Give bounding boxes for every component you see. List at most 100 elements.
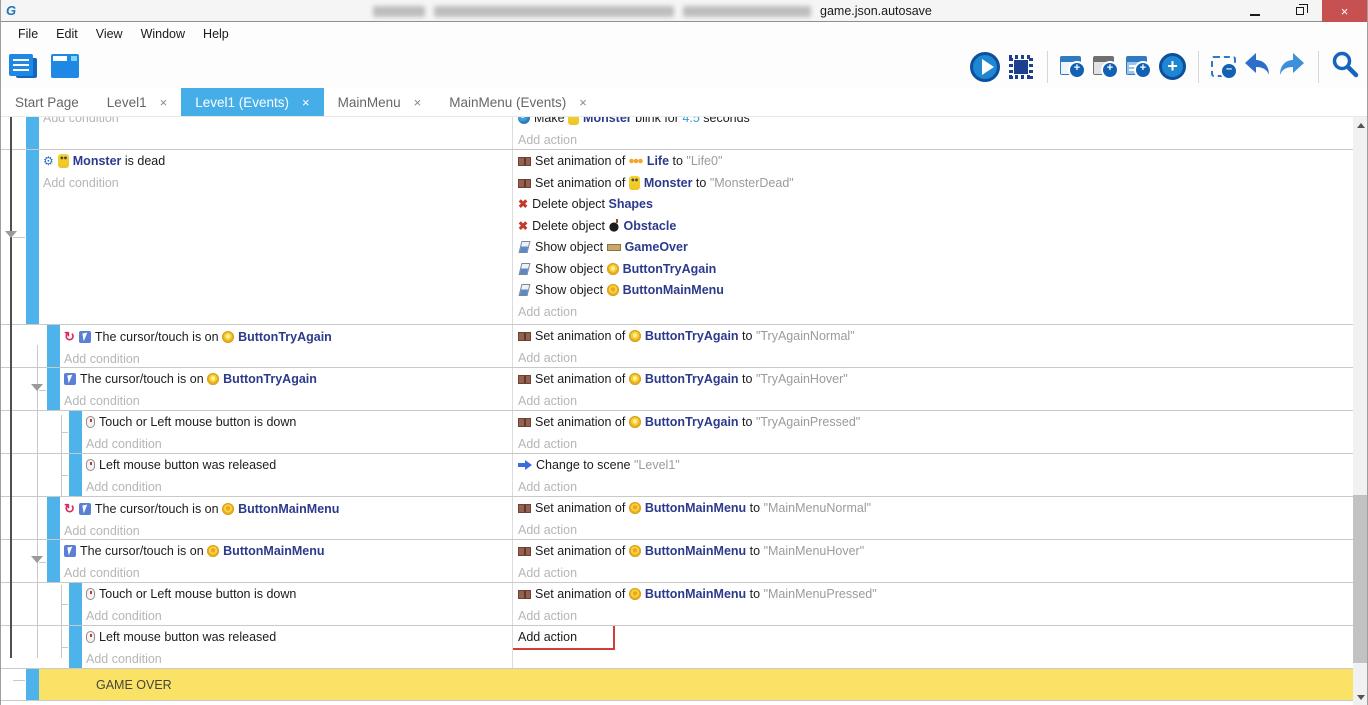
text-segment: to <box>739 415 756 429</box>
add-condition-link[interactable]: Add condition <box>86 649 512 669</box>
object-name: Monster <box>644 176 693 190</box>
undo-icon[interactable] <box>1243 51 1271 82</box>
vertical-scrollbar[interactable] <box>1353 117 1368 705</box>
add-action-link[interactable]: Add action <box>518 606 1353 626</box>
tab-level1-events-[interactable]: Level1 (Events)× <box>181 88 323 116</box>
add-action-link[interactable]: Add action <box>518 302 1353 324</box>
add-event-icon[interactable] <box>1060 55 1086 78</box>
restore-icon <box>1296 7 1304 15</box>
expander-icon[interactable] <box>31 384 43 391</box>
object-name: ButtonMainMenu <box>645 501 746 515</box>
object-name: Shapes <box>609 197 653 211</box>
add-action-link[interactable]: Add action <box>518 434 1353 454</box>
close-tab-icon[interactable]: × <box>414 95 422 110</box>
minimize-button[interactable] <box>1232 0 1277 22</box>
condition-line[interactable]: The cursor/touch is on ButtonTryAgain <box>64 369 512 391</box>
condition-line[interactable]: Touch or Left mouse button is down <box>86 584 512 606</box>
action-line[interactable]: Set animation of ButtonTryAgain to "TryA… <box>518 326 1353 348</box>
add-comment-icon[interactable] <box>1093 55 1119 78</box>
add-action-link[interactable]: Add action <box>518 520 1353 540</box>
expander-icon[interactable] <box>31 556 43 563</box>
tab-label: Start Page <box>15 95 79 110</box>
add-action-link[interactable]: Add action <box>518 130 1353 150</box>
close-tab-icon[interactable]: × <box>160 95 168 110</box>
text-segment: Set animation of <box>535 587 629 601</box>
condition-line[interactable]: Touch or Left mouse button is down <box>86 412 512 434</box>
tab-mainmenu-events-[interactable]: MainMenu (Events)× <box>435 88 601 116</box>
comment-row[interactable]: GAME OVER <box>1 669 1353 701</box>
action-line[interactable]: Set animation of ButtonTryAgain to "TryA… <box>518 369 1353 391</box>
action-line[interactable]: Set animation of Monster to "MonsterDead… <box>518 173 1353 195</box>
action-line[interactable]: Set animation of ButtonMainMenu to "Main… <box>518 584 1353 606</box>
animation-icon <box>518 157 531 166</box>
condition-line[interactable]: The cursor/touch is on ButtonMainMenu <box>64 541 512 563</box>
event-selection-bar <box>26 150 39 324</box>
events-sheet: Add condition Make Monster blink for 4.5 … <box>1 117 1368 705</box>
add-action-link[interactable]: Add action <box>513 626 615 650</box>
menu-item-file[interactable]: File <box>9 27 47 41</box>
condition-line[interactable]: Left mouse button was released <box>86 627 512 649</box>
close-button[interactable]: × <box>1322 0 1367 22</box>
add-action-link[interactable]: Add action <box>518 477 1353 497</box>
scroll-up-icon[interactable] <box>1353 117 1368 133</box>
action-line[interactable]: Set animation of ButtonMainMenu to "Main… <box>518 498 1353 520</box>
action-line[interactable]: Set animation of Life to "Life0" <box>518 151 1353 173</box>
condition-line[interactable]: ⚙Monster is dead <box>43 151 512 173</box>
condition-line[interactable]: ↻The cursor/touch is on ButtonTryAgain <box>64 326 512 349</box>
restore-button[interactable] <box>1277 0 1322 22</box>
condition-line[interactable]: ↻The cursor/touch is on ButtonMainMenu <box>64 498 512 521</box>
mouse-icon <box>86 631 95 643</box>
events-rows: Add condition Make Monster blink for 4.5 … <box>1 117 1353 701</box>
scene-editor-icon[interactable] <box>51 54 81 80</box>
add-other-event-icon[interactable] <box>1159 53 1186 80</box>
action-line[interactable]: Show object ButtonTryAgain <box>518 259 1353 281</box>
event-selection-bar <box>69 583 82 625</box>
redo-icon[interactable] <box>1278 51 1306 82</box>
add-condition-link[interactable]: Add condition <box>86 606 512 626</box>
action-line[interactable]: Show object GameOver <box>518 237 1353 259</box>
app-logo-icon: G <box>6 3 16 18</box>
add-condition-link[interactable]: Add condition <box>64 391 512 411</box>
close-tab-icon[interactable]: × <box>579 95 587 110</box>
action-line[interactable]: Set animation of ButtonMainMenu to "Main… <box>518 541 1353 563</box>
tab-start-page[interactable]: Start Page <box>1 88 93 116</box>
parameter-value: "MonsterDead" <box>710 176 794 190</box>
project-manager-icon[interactable] <box>9 54 39 80</box>
tab-mainmenu[interactable]: MainMenu× <box>324 88 436 116</box>
debugger-icon[interactable] <box>1007 53 1035 81</box>
condition-line[interactable]: Left mouse button was released <box>86 455 512 477</box>
action-line[interactable]: ✖Delete object Shapes <box>518 194 1353 216</box>
add-condition-link[interactable]: Add condition <box>64 521 512 540</box>
add-condition-link[interactable]: Add condition <box>43 173 512 195</box>
object-name: ButtonMainMenu <box>623 283 724 297</box>
add-action-link[interactable]: Add action <box>518 391 1353 411</box>
action-line[interactable]: Make Monster blink for 4.5 seconds <box>518 117 1353 130</box>
scroll-down-icon[interactable] <box>1353 689 1368 705</box>
action-line[interactable]: Show object ButtonMainMenu <box>518 280 1353 302</box>
menu-item-edit[interactable]: Edit <box>47 27 87 41</box>
object-name: ButtonMainMenu <box>238 502 339 516</box>
actions-cell: Set animation of Life to "Life0"Set anim… <box>513 150 1353 324</box>
add-condition-link[interactable]: Add condition <box>43 117 512 130</box>
action-line[interactable]: Set animation of ButtonTryAgain to "TryA… <box>518 412 1353 434</box>
delete-event-icon[interactable] <box>1211 56 1236 77</box>
add-condition-link[interactable]: Add condition <box>86 434 512 454</box>
monster-icon <box>568 117 579 125</box>
add-condition-link[interactable]: Add condition <box>64 349 512 368</box>
action-line[interactable]: ✖Delete object Obstacle <box>518 216 1353 238</box>
search-icon[interactable] <box>1331 50 1359 83</box>
close-tab-icon[interactable]: × <box>302 95 310 110</box>
action-line[interactable]: Change to scene "Level1" <box>518 455 1353 477</box>
tab-level1[interactable]: Level1× <box>93 88 181 116</box>
add-condition-link[interactable]: Add condition <box>86 477 512 497</box>
add-action-link[interactable]: Add action <box>518 563 1353 583</box>
add-subevent-icon[interactable] <box>1126 55 1152 78</box>
add-condition-link[interactable]: Add condition <box>64 563 512 583</box>
scrollbar-thumb[interactable] <box>1353 495 1368 663</box>
menu-item-window[interactable]: Window <box>132 27 194 41</box>
menu-item-view[interactable]: View <box>87 27 132 41</box>
preview-play-icon[interactable] <box>970 52 1000 82</box>
add-action-link[interactable]: Add action <box>518 348 1353 368</box>
expander-icon[interactable] <box>5 231 17 238</box>
menu-item-help[interactable]: Help <box>194 27 238 41</box>
